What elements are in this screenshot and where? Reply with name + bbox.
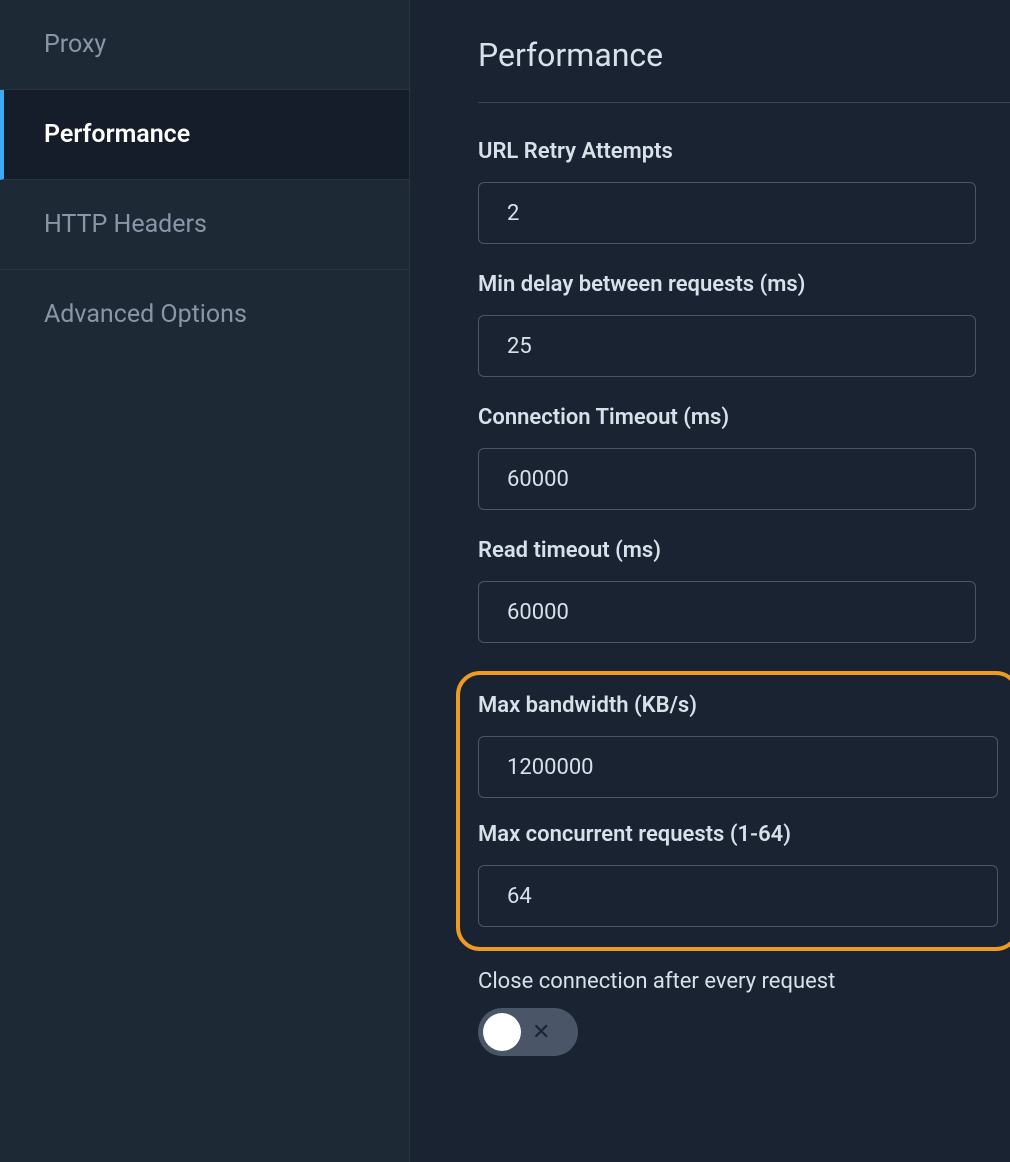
label-max-bandwidth: Max bandwidth (KB/s): [478, 693, 998, 718]
form-group-max-concurrent: Max concurrent requests (1-64): [478, 822, 998, 927]
input-read-timeout[interactable]: [478, 581, 976, 643]
toggle-knob: [483, 1013, 521, 1051]
label-max-concurrent: Max concurrent requests (1-64): [478, 822, 998, 847]
form-group-read-timeout: Read timeout (ms): [478, 538, 1010, 643]
input-conn-timeout[interactable]: [478, 448, 976, 510]
input-min-delay[interactable]: [478, 315, 976, 377]
form-group-max-bandwidth: Max bandwidth (KB/s): [478, 693, 998, 798]
divider: [478, 102, 1010, 103]
form-group-close-conn: Close connection after every request ✕: [478, 969, 1010, 1056]
sidebar-item-http-headers[interactable]: HTTP Headers: [0, 180, 409, 270]
sidebar-item-advanced-options[interactable]: Advanced Options: [0, 270, 409, 359]
sidebar-item-proxy[interactable]: Proxy: [0, 0, 409, 90]
main-panel: Performance URL Retry Attempts Min delay…: [410, 0, 1010, 1162]
input-url-retry[interactable]: [478, 182, 976, 244]
label-min-delay: Min delay between requests (ms): [478, 272, 1010, 297]
sidebar: Proxy Performance HTTP Headers Advanced …: [0, 0, 410, 1162]
label-url-retry: URL Retry Attempts: [478, 139, 1010, 164]
input-max-bandwidth[interactable]: [478, 736, 998, 798]
label-read-timeout: Read timeout (ms): [478, 538, 1010, 563]
form-group-url-retry: URL Retry Attempts: [478, 139, 1010, 244]
form-group-min-delay: Min delay between requests (ms): [478, 272, 1010, 377]
toggle-close-conn[interactable]: ✕: [478, 1008, 578, 1056]
sidebar-item-performance[interactable]: Performance: [0, 90, 409, 180]
label-close-conn: Close connection after every request: [478, 969, 1010, 994]
label-conn-timeout: Connection Timeout (ms): [478, 405, 1010, 430]
highlight-box: Max bandwidth (KB/s) Max concurrent requ…: [456, 671, 1010, 951]
form-group-conn-timeout: Connection Timeout (ms): [478, 405, 1010, 510]
input-max-concurrent[interactable]: [478, 865, 998, 927]
close-icon: ✕: [532, 1020, 550, 1045]
page-title: Performance: [478, 36, 1010, 74]
